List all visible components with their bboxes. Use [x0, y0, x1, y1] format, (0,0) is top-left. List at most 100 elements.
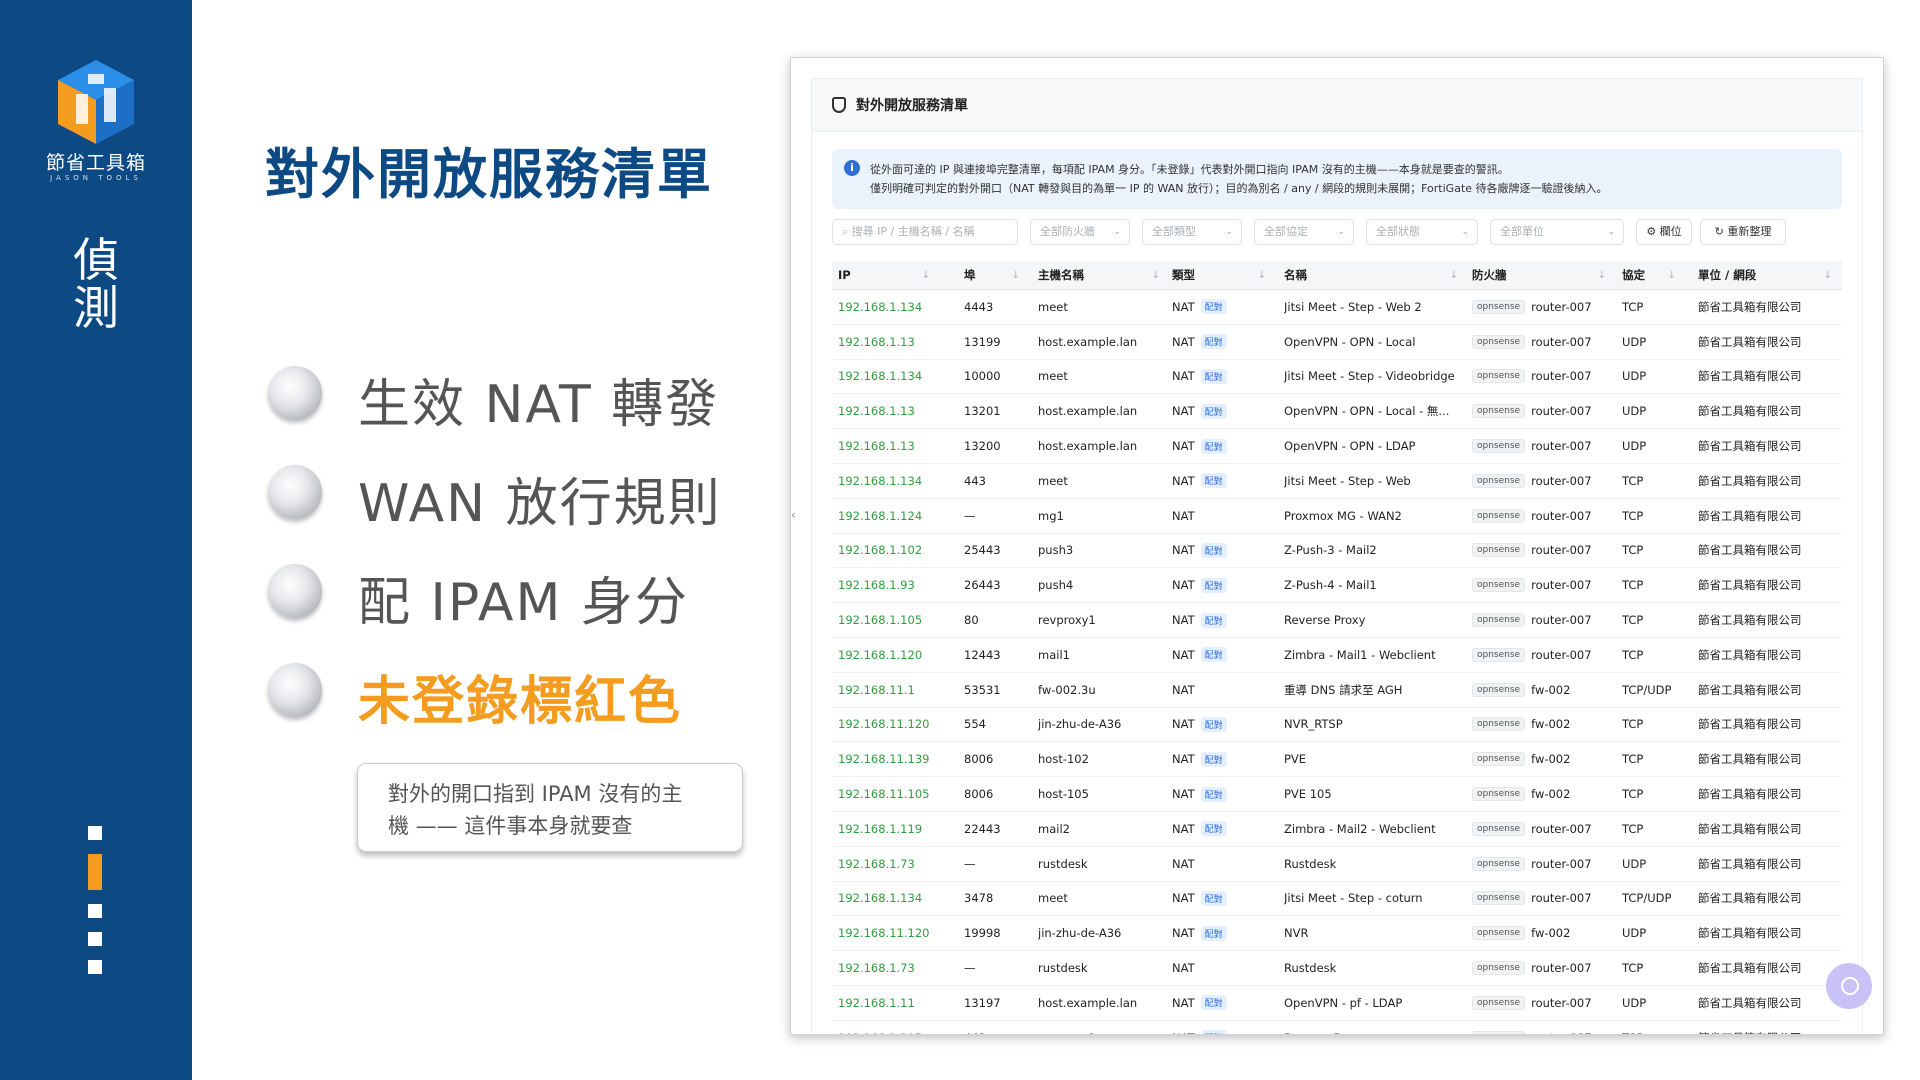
table-row[interactable]: 192.168.1.134 4443 meet NAT 配對 Jitsi Meet - S… — [832, 290, 1842, 325]
cell-firewall-value: router-007 — [1531, 961, 1592, 976]
cell-port: 4443 — [964, 290, 1032, 324]
cell-unit-value: 節省工具箱有限公司 — [1698, 439, 1802, 454]
cell-type-value: NAT — [1172, 543, 1195, 558]
chevron-down-icon: ⌄ — [1225, 227, 1233, 237]
column-header-unit[interactable]: 單位 / 網段 — [1698, 261, 1838, 289]
cell-firewall-value: router-007 — [1531, 891, 1592, 906]
cell-name: Z-Push-4 - Mail1 — [1284, 568, 1464, 602]
firewall-vendor-badge: opnsense — [1472, 647, 1526, 662]
matched-badge: 配對 — [1200, 368, 1227, 384]
table-row[interactable]: 192.168.1.105 443 revproxy1 NAT 配對 Reverse Pr… — [832, 1021, 1842, 1034]
firewall-vendor-badge: opnsense — [1472, 299, 1526, 314]
table-row[interactable]: 192.168.1.120 12443 mail1 NAT 配對 Zimbra - Mai… — [832, 638, 1842, 673]
table-row[interactable]: 192.168.1.134 443 meet NAT 配對 Jitsi Meet - St… — [832, 464, 1842, 499]
type-select[interactable]: 全部類型 ⌄ — [1142, 219, 1242, 245]
cell-port-value: 443 — [964, 473, 986, 488]
cell-ip-value: 192.168.1.124 — [838, 508, 923, 523]
table-row[interactable]: 192.168.1.13 13199 host.example.lan NAT 配對 Op… — [832, 325, 1842, 360]
table-row[interactable]: 192.168.1.73 — rustdesk NAT Rustdesk opnsense… — [832, 951, 1842, 986]
cell-firewall: opnsense router-007 — [1472, 951, 1618, 985]
cell-firewall: opnsense fw-002 — [1472, 742, 1618, 776]
firewall-vendor-badge: opnsense — [1472, 473, 1526, 488]
app-screenshot: ‹ 對外開放服務清單 i 從外面可達的 IP 與連接埠完整清單，每項配 IPAM… — [790, 57, 1884, 1035]
table-row[interactable]: 192.168.1.105 80 revproxy1 NAT 配對 Reverse Pro… — [832, 603, 1842, 638]
cell-host-value: rustdesk — [1038, 856, 1088, 871]
table-row[interactable]: 192.168.1.134 3478 meet NAT 配對 Jitsi Meet - S… — [832, 882, 1842, 917]
table-row[interactable]: 192.168.11.120 554 jin-zhu-de-A36 NAT 配對 NVR_… — [832, 708, 1842, 743]
columns-button[interactable]: ⚙ 欄位 — [1636, 219, 1692, 245]
cell-unit: 節省工具箱有限公司 — [1698, 742, 1838, 776]
collapse-handle-icon[interactable]: ‹ — [791, 508, 801, 534]
cell-name: Jitsi Meet - Step - Videobridge — [1284, 360, 1464, 394]
cell-unit-value: 節省工具箱有限公司 — [1698, 891, 1802, 906]
cell-name-value: Reverse Proxy — [1284, 1031, 1365, 1034]
cell-type-value: NAT — [1172, 995, 1195, 1010]
column-header-name[interactable]: 名稱 — [1284, 261, 1464, 289]
table-row[interactable]: 192.168.11.120 19998 jin-zhu-de-A36 NAT 配對 NV… — [832, 916, 1842, 952]
table-row[interactable]: 192.168.11.139 8006 host-102 NAT 配對 PVE opnsen… — [832, 742, 1842, 778]
cell-protocol: UDP — [1622, 429, 1692, 463]
cell-host: meet — [1038, 464, 1166, 498]
cell-name: NVR — [1284, 916, 1464, 950]
matched-badge: 配對 — [1200, 1030, 1227, 1034]
table-row[interactable]: 192.168.11.105 8006 host-105 NAT 配對 PVE 105 op… — [832, 777, 1842, 812]
cell-name-value: Z-Push-4 - Mail1 — [1284, 578, 1377, 593]
cell-port: 13201 — [964, 394, 1032, 428]
cell-protocol-value: TCP — [1622, 1031, 1643, 1034]
cell-protocol-value: TCP — [1622, 787, 1644, 802]
status-select[interactable]: 全部狀態 ⌄ — [1366, 219, 1478, 245]
cell-unit: 節省工具箱有限公司 — [1698, 777, 1838, 811]
column-header-type[interactable]: 類型 — [1172, 261, 1272, 289]
column-header-protocol[interactable]: 協定 — [1622, 261, 1682, 289]
table-row[interactable]: 192.168.1.134 10000 meet NAT 配對 Jitsi Meet - … — [832, 360, 1842, 395]
table-row[interactable]: 192.168.1.13 13201 host.example.lan NAT 配對 Op… — [832, 394, 1842, 430]
table-row[interactable]: 192.168.1.102 25443 push3 NAT 配對 Z-Push-3 - M… — [832, 534, 1842, 569]
firewall-vendor-badge: opnsense — [1472, 752, 1526, 767]
column-header-host[interactable]: 主機名稱 — [1038, 261, 1166, 289]
app-panel: 對外開放服務清單 i 從外面可達的 IP 與連接埠完整清單，每項配 IPAM 身… — [811, 78, 1863, 1034]
cell-host-value: mail2 — [1038, 821, 1070, 836]
table-row[interactable]: 192.168.1.124 — mg1 NAT Proxmox MG - WAN2 opn… — [832, 499, 1842, 534]
cell-type: NAT 配對 — [1172, 777, 1272, 811]
cell-host-value: host.example.lan — [1038, 995, 1138, 1010]
search-input[interactable]: ⌕ 搜尋 IP / 主機名稱 / 名稱 — [832, 219, 1018, 245]
matched-badge: 配對 — [1200, 647, 1227, 663]
cell-type: NAT 配對 — [1172, 394, 1272, 428]
table-row[interactable]: 192.168.11.1 53531 fw-002.3u NAT 重導 DNS 請求至 … — [832, 673, 1842, 708]
column-header-ip[interactable]: IP — [838, 261, 936, 289]
cell-ip: 192.168.1.13 — [838, 394, 958, 428]
firewall-select[interactable]: 全部防火牆 ⌄ — [1030, 219, 1130, 245]
cell-ip: 192.168.11.120 — [838, 708, 958, 742]
cell-type-value: NAT — [1172, 717, 1195, 732]
cell-port-value: 13197 — [964, 995, 1001, 1010]
cell-ip: 192.168.11.120 — [838, 916, 958, 950]
cell-name: Jitsi Meet - Step - Web 2 — [1284, 290, 1464, 324]
reset-button[interactable]: ↻ 重新整理 — [1700, 219, 1786, 245]
cell-ip: 192.168.1.73 — [838, 847, 958, 881]
cell-protocol: TCP/UDP — [1622, 882, 1692, 916]
cell-ip-value: 192.168.1.105 — [838, 1031, 922, 1034]
table-row[interactable]: 192.168.1.119 22443 mail2 NAT 配對 Zimbra - Mai… — [832, 812, 1842, 847]
cell-host: rustdesk — [1038, 951, 1166, 985]
column-header-firewall[interactable]: 防火牆 — [1472, 261, 1612, 289]
panel-title: 對外開放服務清單 — [856, 98, 968, 114]
table-row[interactable]: 192.168.1.11 13197 host.example.lan NAT 配對 Op… — [832, 986, 1842, 1021]
cell-name: OpenVPN - OPN - Local — [1284, 325, 1464, 359]
table-row[interactable]: 192.168.1.93 26443 push4 NAT 配對 Z-Push-4 - Ma… — [832, 568, 1842, 604]
table-row[interactable]: 192.168.1.13 13200 host.example.lan NAT 配對 Op… — [832, 429, 1842, 464]
table-row[interactable]: 192.168.1.73 — rustdesk NAT Rustdesk opnsense… — [832, 847, 1842, 882]
column-header-port[interactable]: 埠 — [964, 261, 1026, 289]
cell-name: OpenVPN - pf - LDAP — [1284, 986, 1464, 1020]
cell-type-value: NAT — [1172, 578, 1195, 593]
cell-name-value: Z-Push-3 - Mail2 — [1284, 543, 1377, 558]
protocol-select[interactable]: 全部協定 ⌄ — [1254, 219, 1354, 245]
chat-button[interactable] — [1826, 963, 1872, 1009]
cell-unit: 節省工具箱有限公司 — [1698, 464, 1838, 498]
cell-name-value: Reverse Proxy — [1284, 613, 1366, 628]
step-marker — [88, 932, 102, 946]
cell-protocol: TCP — [1622, 1021, 1692, 1034]
cell-unit-value: 節省工具箱有限公司 — [1698, 404, 1802, 419]
cell-firewall-value: fw-002 — [1531, 926, 1571, 941]
unit-select[interactable]: 全部單位 ⌄ — [1490, 219, 1624, 245]
cell-unit: 節省工具箱有限公司 — [1698, 394, 1838, 428]
